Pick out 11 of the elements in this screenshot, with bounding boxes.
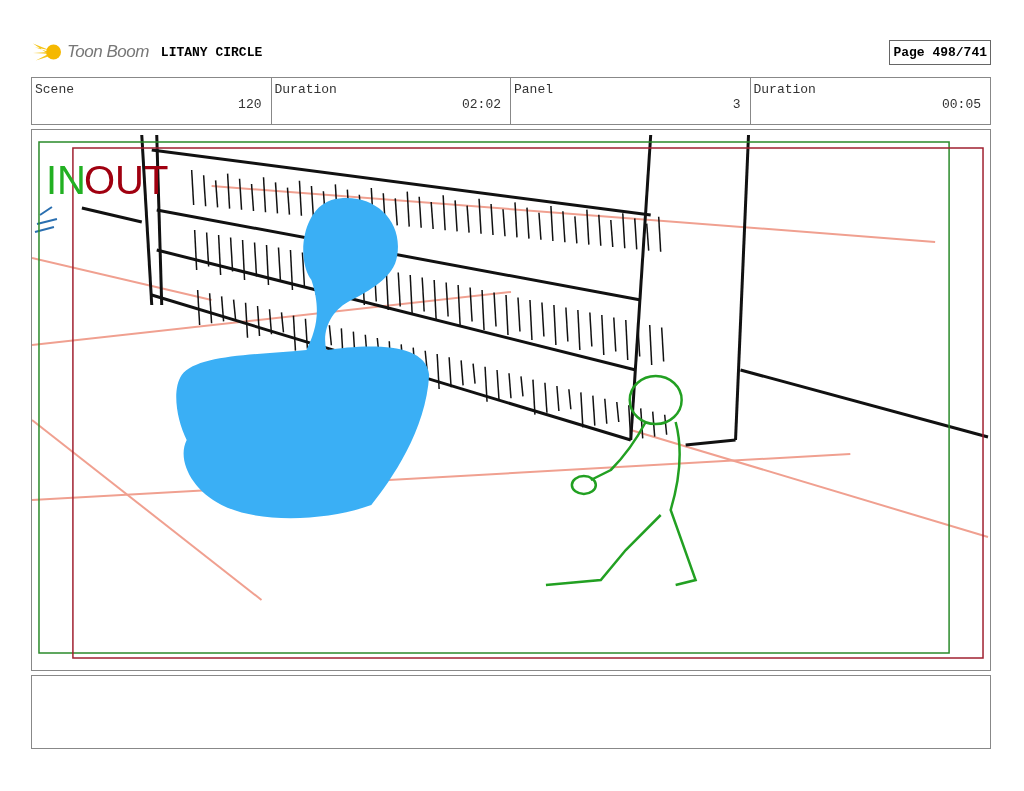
info-label: Duration <box>274 82 338 97</box>
info-label: Duration <box>753 82 817 97</box>
logo-text: Toon Boom <box>67 42 149 62</box>
info-label: Panel <box>514 82 554 97</box>
info-value: 120 <box>237 97 263 112</box>
info-value: 3 <box>731 97 742 112</box>
info-label: Scene <box>35 82 75 97</box>
page-number: Page 498/741 <box>889 39 991 65</box>
info-value: 02:02 <box>461 97 502 112</box>
info-value: 00:05 <box>941 97 982 112</box>
project-title: LITANY CIRCLE <box>160 44 263 60</box>
